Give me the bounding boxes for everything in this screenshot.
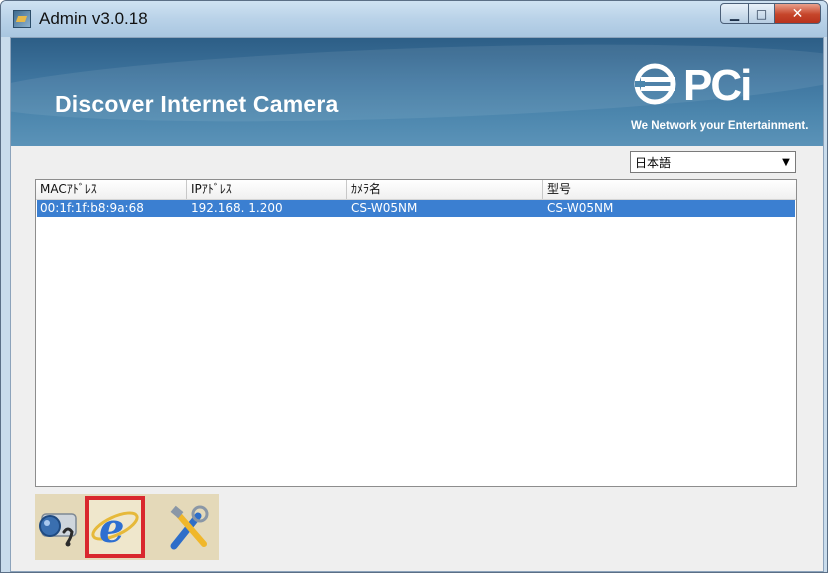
close-button[interactable]: ✕ bbox=[775, 3, 821, 24]
window-title: Admin v3.0.18 bbox=[39, 9, 148, 28]
cell-camera-name: CS-W05NM bbox=[351, 201, 418, 215]
settings-tools-icon bbox=[170, 505, 209, 550]
globe-icon bbox=[634, 63, 676, 105]
client-area: Discover Internet Camera PCi We Network … bbox=[10, 37, 824, 572]
cell-mac: 00:1f:1f:b8:9a:68 bbox=[40, 201, 144, 215]
banner-tagline: We Network your Entertainment. bbox=[631, 120, 809, 132]
column-header-model[interactable]: 型号 bbox=[543, 180, 796, 199]
list-header: MACｱﾄﾞﾚｽ IPｱﾄﾞﾚｽ ｶﾒﾗ名 型号 bbox=[36, 180, 796, 200]
app-window: Admin v3.0.18 ▁ □ ✕ Discover Internet Ca… bbox=[0, 0, 828, 573]
column-header-mac[interactable]: MACｱﾄﾞﾚｽ bbox=[36, 180, 187, 199]
language-select[interactable]: 日本語 ▼ bbox=[630, 151, 796, 173]
maximize-button[interactable]: □ bbox=[749, 3, 775, 24]
svg-text:e: e bbox=[99, 505, 124, 552]
banner-title: Discover Internet Camera bbox=[55, 91, 339, 117]
chevron-down-icon[interactable]: ▼ bbox=[777, 152, 795, 172]
column-header-camera-name[interactable]: ｶﾒﾗ名 bbox=[347, 180, 543, 199]
column-header-ip[interactable]: IPｱﾄﾞﾚｽ bbox=[187, 180, 347, 199]
app-icon[interactable] bbox=[13, 10, 31, 28]
camera-search-button[interactable] bbox=[35, 500, 87, 554]
browser-button[interactable]: e bbox=[85, 496, 145, 558]
header-banner: Discover Internet Camera PCi We Network … bbox=[11, 38, 823, 146]
settings-button[interactable] bbox=[163, 500, 215, 554]
window-controls: ▁ □ ✕ bbox=[720, 3, 821, 25]
camera-list[interactable]: MACｱﾄﾞﾚｽ IPｱﾄﾞﾚｽ ｶﾒﾗ名 型号 00:1f:1f:b8:9a:… bbox=[35, 179, 797, 487]
table-row[interactable]: 00:1f:1f:b8:9a:68 192.168. 1.200 CS-W05N… bbox=[37, 200, 795, 217]
cell-model: CS-W05NM bbox=[547, 201, 614, 215]
language-selected-value: 日本語 bbox=[635, 156, 672, 170]
title-bar[interactable]: Admin v3.0.18 ▁ □ ✕ bbox=[1, 1, 827, 37]
bottom-toolbar: e bbox=[35, 494, 219, 560]
pci-logo: PCi bbox=[634, 62, 752, 106]
minimize-button[interactable]: ▁ bbox=[720, 3, 749, 24]
internet-explorer-icon: e bbox=[91, 505, 139, 552]
camera-search-icon bbox=[39, 513, 77, 547]
cell-ip: 192.168. 1.200 bbox=[191, 201, 283, 215]
logo-text: PCi bbox=[683, 62, 750, 106]
